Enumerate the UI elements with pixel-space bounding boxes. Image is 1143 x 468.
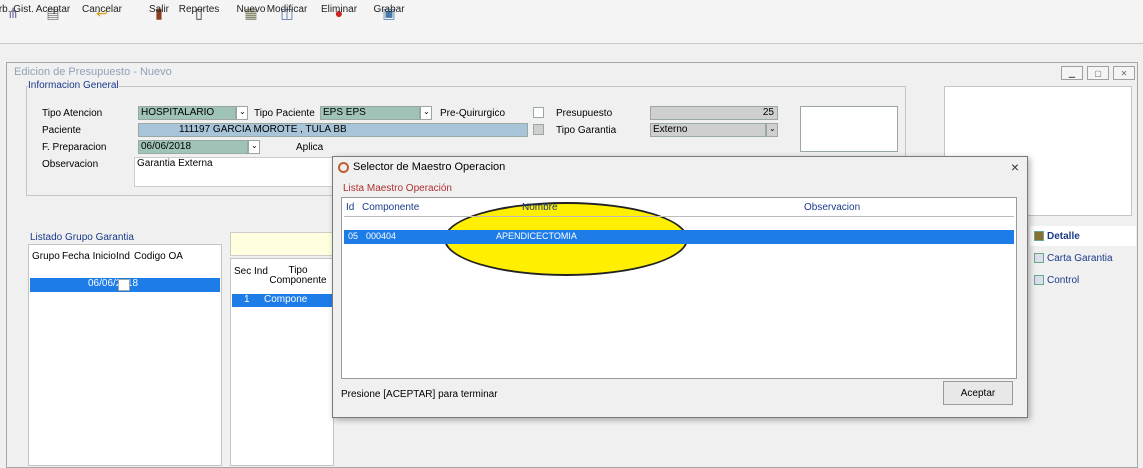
grabar-label: Grabar xyxy=(373,4,405,15)
id-header: Id xyxy=(346,202,355,213)
sec-ind-header: Sec Ind xyxy=(234,266,268,277)
componente-header: Componente xyxy=(362,202,420,213)
tab-carta-garantia[interactable]: Carta Garantia xyxy=(1030,248,1136,268)
detail-icon xyxy=(1034,231,1044,241)
operation-row[interactable]: 05 000404 APENDICECTOMIA xyxy=(344,230,1014,244)
cancelar-button[interactable]: ↩ Cancelar xyxy=(82,4,122,42)
tipo-atencion-select[interactable]: HOSPITALARIO xyxy=(138,106,236,120)
tab-detalle[interactable]: Detalle xyxy=(1030,226,1136,246)
observacion-label: Observacion xyxy=(42,159,99,170)
grupo-garantia-title: Listado Grupo Garantia xyxy=(30,232,134,243)
modificar-button[interactable]: ◫ Modificar xyxy=(267,4,308,42)
guarantee-icon xyxy=(1034,253,1044,263)
cancelar-label: Cancelar xyxy=(81,4,123,15)
reportes-button[interactable]: ▯ Reportes xyxy=(179,4,220,42)
dialog-app-icon xyxy=(338,162,349,173)
blank-panel xyxy=(800,106,898,152)
tab-detalle-label: Detalle xyxy=(1047,230,1080,242)
presupuesto-field: 25 xyxy=(650,106,778,120)
detail-grid xyxy=(230,258,334,466)
eliminar-label: Eliminar xyxy=(320,4,358,15)
tipo-garantia-select[interactable]: Externo xyxy=(650,123,766,137)
modificar-label: Modificar xyxy=(266,4,308,15)
close-icon[interactable]: × xyxy=(1011,159,1019,175)
calendar-dropdown-icon[interactable]: ⌄ xyxy=(248,140,260,154)
arb-gist-button[interactable]: ⋔ Arb. Gist. xyxy=(0,4,34,42)
detail-row-value: Compone xyxy=(264,294,308,305)
observacion-header: Observacion xyxy=(804,202,861,213)
detail-row-num: 1 xyxy=(244,294,250,305)
row-id: 05 xyxy=(348,231,359,241)
dialog-title: Selector de Maestro Operacion xyxy=(353,161,506,173)
tab-carta-garantia-label: Carta Garantia xyxy=(1047,252,1113,264)
chevron-down-icon[interactable]: ⌄ xyxy=(236,106,248,120)
grabar-button[interactable]: ▣ Grabar xyxy=(373,4,404,42)
f-preparacion-field[interactable]: 06/06/2018 xyxy=(138,140,248,154)
toolbar: ⋔ Arb. Gist. ▤ Aceptar ↩ Cancelar ▮ Sali… xyxy=(0,0,1143,44)
chevron-down-icon[interactable]: ⌄ xyxy=(420,106,432,120)
codigo-oa-header: Codigo OA xyxy=(134,251,183,262)
row-nombre: APENDICECTOMIA xyxy=(496,231,577,241)
minimize-button[interactable]: ▁ xyxy=(1061,66,1083,80)
grupo-header: Grupo xyxy=(32,251,60,262)
tipo-garantia-checkbox[interactable] xyxy=(533,124,544,135)
paciente-field[interactable]: 111197 GARCIA MOROTE , TULA BB xyxy=(138,123,528,137)
observacion-field[interactable]: Garantia Externa xyxy=(134,157,334,187)
general-info-label: Informacion General xyxy=(28,80,119,91)
nuevo-label: Nuevo xyxy=(236,4,266,15)
accept-button[interactable]: Aceptar xyxy=(943,381,1013,405)
detail-grid-row[interactable]: 1 Compone xyxy=(232,294,332,307)
window-title: Edicion de Presupuesto - Nuevo xyxy=(14,66,172,78)
info-bar xyxy=(230,232,334,256)
pre-quirurgico-label: Pre-Quirurgico xyxy=(440,108,506,119)
fecha-inicio-header: Fecha Inicio xyxy=(62,251,116,262)
eliminar-button[interactable]: ● Eliminar xyxy=(321,4,357,42)
salir-label: Salir xyxy=(149,4,170,15)
tipo-atencion-label: Tipo Atencion xyxy=(42,108,103,119)
chevron-down-icon[interactable]: ⌄ xyxy=(766,123,778,137)
pre-quirurgico-checkbox[interactable] xyxy=(533,107,544,118)
aceptar-button[interactable]: ▤ Aceptar xyxy=(36,4,70,42)
dialog-list-caption: Lista Maestro Operación xyxy=(343,183,452,194)
f-preparacion-label: F. Preparacion xyxy=(42,142,107,153)
reportes-label: Reportes xyxy=(178,4,220,15)
ind-checkbox[interactable] xyxy=(118,279,130,291)
tab-control-label: Control xyxy=(1047,274,1080,286)
tab-control[interactable]: Control xyxy=(1030,270,1136,290)
nuevo-button[interactable]: ▦ Nuevo xyxy=(237,4,266,42)
aceptar-label: Aceptar xyxy=(35,4,71,15)
control-icon xyxy=(1034,275,1044,285)
row-componente: 000404 xyxy=(366,231,397,241)
selector-dialog: Selector de Maestro Operacion × Lista Ma… xyxy=(332,156,1028,418)
window-controls: ▁ ▢ ✕ xyxy=(1061,66,1135,80)
tipo-paciente-label: Tipo Paciente xyxy=(254,108,315,119)
dialog-footer-text: Presione [ACEPTAR] para terminar xyxy=(341,389,498,400)
operation-list: Id Componente Nombre Observacion 05 0004… xyxy=(341,197,1017,379)
aplica-label: Aplica xyxy=(296,142,324,153)
ind-header: Ind xyxy=(116,251,130,262)
tipo-componente-header: Tipo Componente xyxy=(269,265,327,286)
arb-gist-label: Arb. Gist. xyxy=(0,4,34,15)
salir-button[interactable]: ▮ Salir xyxy=(149,4,170,42)
paciente-label: Paciente xyxy=(42,125,81,136)
presupuesto-label: Presupuesto xyxy=(556,108,613,119)
nombre-header: Nombre xyxy=(522,202,558,213)
tipo-paciente-select[interactable]: EPS EPS xyxy=(320,106,420,120)
tipo-garantia-label: Tipo Garantia xyxy=(556,125,617,136)
maximize-button[interactable]: ▢ xyxy=(1087,66,1109,80)
header-divider xyxy=(344,216,1014,217)
close-window-button[interactable]: ✕ xyxy=(1113,66,1135,80)
